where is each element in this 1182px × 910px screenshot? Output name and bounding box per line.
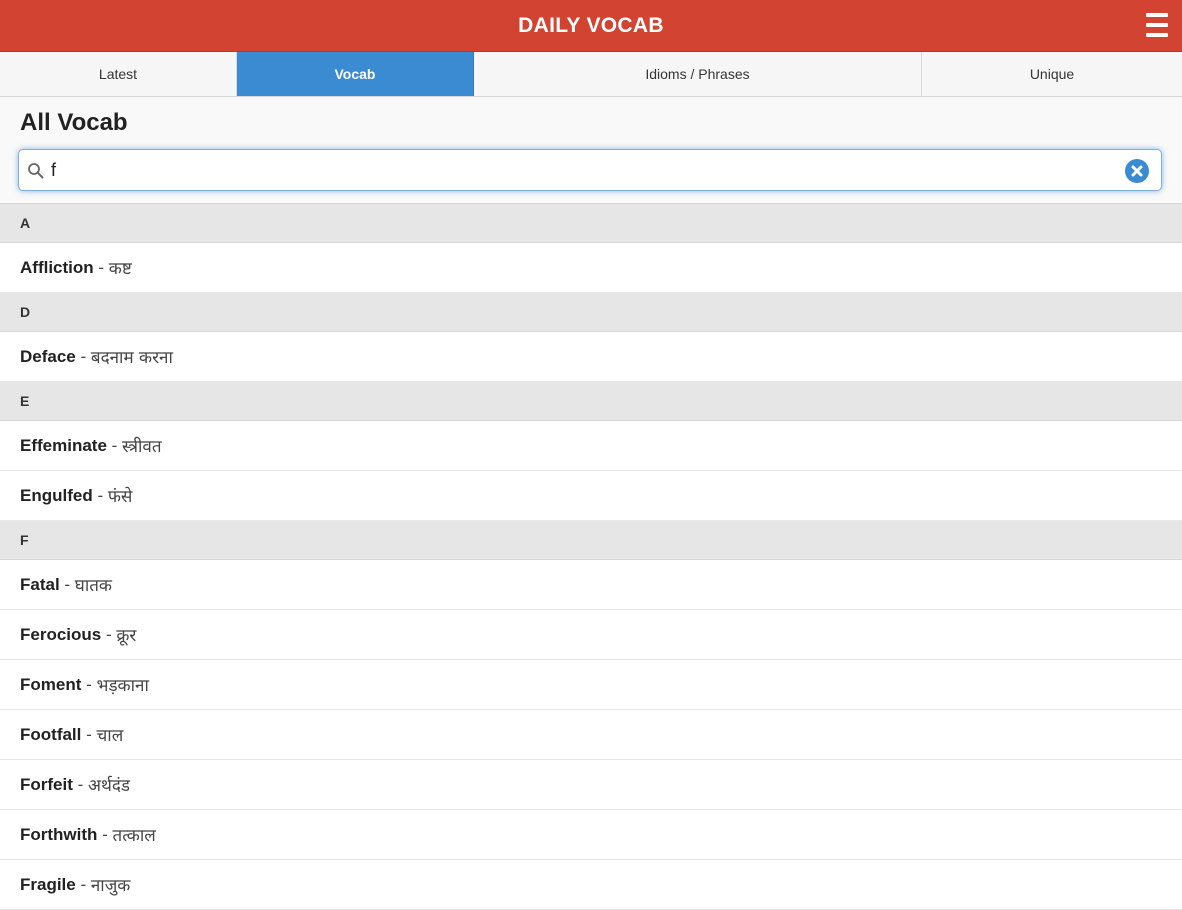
tab-unique[interactable]: Unique — [922, 52, 1182, 96]
vocab-meaning: तत्काल — [112, 826, 156, 846]
word-separator: - — [72, 774, 88, 794]
vocab-word: Forfeit — [20, 774, 73, 794]
list-item[interactable]: Fragile - नाजुक — [0, 860, 1182, 910]
search-input[interactable] — [51, 154, 1117, 186]
list-item[interactable]: Affliction - कष्ट — [0, 243, 1182, 293]
list-divider: D — [0, 293, 1182, 332]
vocab-word: Forthwith — [20, 824, 98, 844]
vocab-word: Ferocious — [20, 624, 102, 644]
vocab-meaning: स्त्रीवत — [122, 437, 162, 457]
page-title: All Vocab — [20, 109, 128, 136]
vocab-word: Fatal — [20, 574, 60, 594]
word-separator: - — [75, 874, 91, 894]
menu-bar — [1146, 13, 1168, 17]
vocab-meaning: नाजुक — [90, 876, 131, 896]
menu-bar — [1146, 23, 1168, 27]
hamburger-menu-icon[interactable] — [1146, 13, 1168, 37]
clear-icon[interactable] — [1125, 159, 1149, 183]
list-item[interactable]: Footfall - चाल — [0, 710, 1182, 760]
list-item[interactable]: Effeminate - स्त्रीवत — [0, 421, 1182, 471]
search-box — [18, 149, 1162, 191]
tab-idioms-phrases[interactable]: Idioms / Phrases — [474, 52, 922, 96]
list-item[interactable]: Foment - भड़काना — [0, 660, 1182, 710]
search-icon — [28, 163, 44, 179]
tab-latest[interactable]: Latest — [0, 52, 237, 96]
app-title: DAILY VOCAB — [518, 13, 664, 37]
tab-bar: Latest Vocab Idioms / Phrases Unique — [0, 52, 1182, 97]
word-separator: - — [75, 346, 91, 366]
vocab-meaning: कष्ट — [108, 259, 132, 279]
vocab-word: Affliction — [20, 257, 94, 277]
list-item[interactable]: Ferocious - क्रूर — [0, 610, 1182, 660]
list-item[interactable]: Fatal - घातक — [0, 560, 1182, 610]
word-separator: - — [59, 574, 75, 594]
list-item[interactable]: Deface - बदनाम करना — [0, 332, 1182, 382]
word-separator: - — [101, 624, 117, 644]
word-separator: - — [106, 435, 123, 455]
word-separator: - — [81, 674, 97, 694]
list-divider: E — [0, 382, 1182, 421]
vocab-meaning: फंसे — [107, 487, 133, 507]
word-separator: - — [92, 485, 108, 505]
tab-vocab[interactable]: Vocab — [237, 52, 474, 96]
list-item[interactable]: Forthwith - तत्काल — [0, 810, 1182, 860]
vocab-meaning: घातक — [74, 576, 112, 596]
vocab-word: Engulfed — [20, 485, 93, 505]
vocab-meaning: चाल — [96, 726, 124, 746]
vocab-word: Foment — [20, 674, 82, 694]
search-container — [0, 141, 1182, 203]
list-item[interactable]: Engulfed - फंसे — [0, 471, 1182, 521]
vocab-word: Deface — [20, 346, 76, 366]
word-separator: - — [97, 824, 113, 844]
vocab-meaning: अर्थदंड — [88, 776, 130, 796]
list-divider: F — [0, 521, 1182, 560]
vocab-word: Fragile — [20, 874, 76, 894]
vocab-meaning: भड़काना — [96, 676, 149, 696]
vocab-word: Effeminate — [20, 435, 107, 455]
word-separator: - — [93, 257, 109, 277]
menu-bar — [1146, 33, 1168, 37]
vocab-word: Footfall — [20, 724, 82, 744]
app-header: DAILY VOCAB — [0, 0, 1182, 52]
vocab-list: A Affliction - कष्ट D Deface - बदनाम करना E E… — [0, 203, 1182, 910]
word-separator: - — [81, 724, 97, 744]
vocab-meaning: बदनाम करना — [90, 348, 173, 368]
list-item[interactable]: Forfeit - अर्थदंड — [0, 760, 1182, 810]
list-divider: A — [0, 204, 1182, 243]
vocab-meaning: क्रूर — [116, 626, 137, 646]
